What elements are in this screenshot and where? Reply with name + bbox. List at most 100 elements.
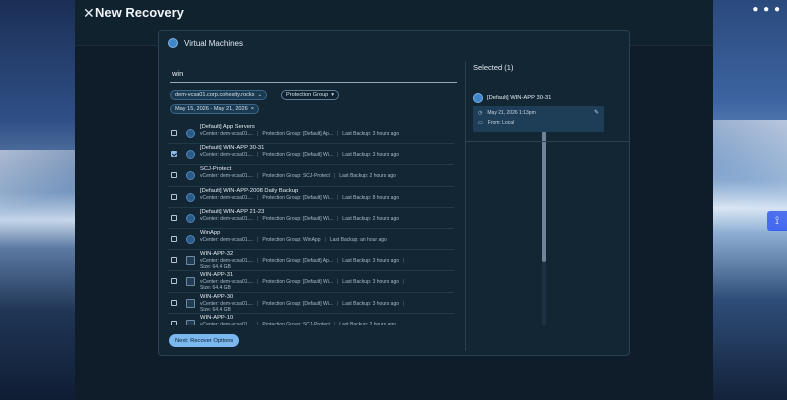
row-vcenter: vCenter: dem-vcsa01.... bbox=[200, 194, 254, 201]
row-last-backup: Last Backup: 3 hours ago bbox=[342, 279, 400, 286]
row-last-backup: Last Backup: 3 hours ago bbox=[342, 258, 400, 265]
vcenter-filter-label: dem-vcsa01.corp.cohesity.rocks bbox=[175, 92, 255, 98]
protection-group-filter[interactable]: Protection Group ▾ bbox=[281, 90, 340, 100]
desktop-wallpaper-left bbox=[0, 0, 75, 400]
vm-group-icon bbox=[186, 213, 195, 223]
row-checkbox[interactable] bbox=[171, 257, 177, 264]
row-checkbox[interactable] bbox=[171, 278, 177, 285]
row-checkbox[interactable] bbox=[171, 235, 177, 242]
row-meta: vCenter: dem-vcsa01.... | Protection Group… bbox=[200, 258, 405, 265]
row-protection-group: Protection Group: WinApp bbox=[262, 236, 321, 243]
virtual-machines-panel: Virtual Machines win dem-vcsa01.corp.coh… bbox=[158, 30, 630, 356]
vm-icon bbox=[473, 93, 483, 103]
column-divider bbox=[465, 61, 466, 351]
page-title: New Recovery bbox=[95, 5, 184, 20]
remove-filter-icon[interactable]: × bbox=[251, 106, 254, 112]
table-row[interactable]: SCJ-Protect vCenter: dem-vcsa01.... | Prote… bbox=[168, 165, 454, 187]
selected-title: Selected (1) bbox=[473, 63, 514, 72]
snapshot-date-line: ◷ May 21, 2026 1:13pm bbox=[478, 110, 536, 116]
row-protection-group: Protection Group: [Default] Ap... bbox=[262, 258, 333, 265]
snapshot-source: From: Local bbox=[487, 120, 515, 126]
row-name: WIN-APP-30 bbox=[200, 293, 234, 300]
row-checkbox[interactable] bbox=[171, 172, 177, 179]
table-row[interactable]: WIN-APP-30 vCenter: dem-vcsa01.... | Protec… bbox=[168, 293, 454, 314]
table-row[interactable]: WIN-APP-10 vCenter: dem-vcsa01.... | Protec… bbox=[168, 314, 454, 325]
more-dots-icon[interactable]: ● ● ● bbox=[752, 4, 781, 15]
vm-box-icon bbox=[186, 298, 195, 308]
row-size: Size: 64.4 GB bbox=[200, 264, 231, 271]
row-name: [Default] App Servers bbox=[200, 124, 255, 130]
vm-box-icon bbox=[186, 256, 195, 266]
row-last-backup: Last Backup: 8 hours ago bbox=[342, 194, 400, 201]
panel-header: Virtual Machines bbox=[168, 38, 243, 48]
row-checkbox[interactable] bbox=[171, 320, 177, 325]
scrollbar-thumb[interactable] bbox=[542, 123, 546, 263]
row-meta: vCenter: dem-vcsa01.... | Protection Group… bbox=[200, 215, 400, 222]
storage-icon: ▭ bbox=[478, 120, 483, 126]
vm-group-icon bbox=[186, 234, 195, 244]
protection-group-filter-label: Protection Group bbox=[286, 92, 329, 98]
selected-divider bbox=[466, 141, 630, 142]
table-row[interactable]: WIN-APP-31 vCenter: dem-vcsa01.... | Protec… bbox=[168, 271, 454, 293]
table-row[interactable]: WIN-APP-32 vCenter: dem-vcsa01.... | Protec… bbox=[168, 250, 454, 272]
row-name: [Default] WIN-APP 30-31 bbox=[200, 145, 265, 152]
row-meta: vCenter: dem-vcsa01.... | Protection Group… bbox=[200, 194, 400, 201]
row-checkbox[interactable] bbox=[171, 299, 177, 306]
table-row[interactable]: [Default] WIN-APP-2008 Daily Backup vCent… bbox=[168, 187, 454, 208]
snapshot-source-line: ▭ From: Local bbox=[478, 120, 514, 126]
row-meta: vCenter: dem-vcsa01.... | Protection Group… bbox=[200, 236, 387, 243]
row-name: WIN-APP-31 bbox=[200, 272, 234, 279]
row-checkbox[interactable] bbox=[171, 214, 177, 221]
row-name: [Default] WIN-APP 21-23 bbox=[200, 208, 265, 215]
date-range-filter-chip[interactable]: May 15, 2026 - May 21, 2026 × bbox=[170, 104, 260, 114]
row-meta: vCenter: dem-vcsa01.... | Protection Group… bbox=[200, 131, 400, 137]
row-last-backup: Last Backup: 3 hours ago bbox=[342, 152, 400, 159]
table-row[interactable]: [Default] WIN-APP 30-31 vCenter: dem-vcsa… bbox=[168, 144, 454, 166]
share-icon[interactable]: ⟟ bbox=[767, 211, 787, 231]
row-meta: vCenter: dem-vcsa01.... | Protection Group… bbox=[200, 279, 405, 286]
vm-group-icon bbox=[186, 192, 195, 202]
row-protection-group: Protection Group: [Default] Wi... bbox=[262, 300, 333, 307]
vm-icon bbox=[168, 38, 178, 48]
row-checkbox[interactable] bbox=[171, 193, 177, 200]
vcenter-filter-chip[interactable]: dem-vcsa01.corp.cohesity.rocks ⌄ bbox=[170, 90, 268, 100]
row-name: SCJ-Protect bbox=[200, 166, 232, 173]
vm-group-icon bbox=[186, 129, 195, 138]
close-icon[interactable]: ✕ bbox=[83, 5, 95, 22]
row-last-backup: Last Backup: 2 hours ago bbox=[339, 173, 396, 180]
table-row[interactable]: [Default] App Servers vCenter: dem-vcsa01… bbox=[168, 123, 454, 145]
row-name: WIN-APP-10 bbox=[200, 314, 234, 321]
recovery-app: ✕ New Recovery Virtual Machines win dem-… bbox=[75, 0, 713, 400]
row-checkbox[interactable] bbox=[171, 130, 177, 136]
clock-icon: ◷ bbox=[478, 110, 483, 116]
chevron-down-icon: ⌄ bbox=[257, 92, 263, 98]
next-recover-options-button[interactable]: Next: Recover Options bbox=[169, 334, 240, 347]
selected-snapshot-card[interactable]: ◷ May 21, 2026 1:13pm ▭ From: Local ✎ bbox=[473, 106, 604, 132]
vm-list: [Default] App Servers vCenter: dem-vcsa01… bbox=[168, 123, 454, 325]
list-scrollbar[interactable] bbox=[542, 123, 546, 325]
row-last-backup: Last Backup: 3 hours ago bbox=[342, 131, 400, 137]
panel-title: Virtual Machines bbox=[184, 38, 243, 48]
row-protection-group: Protection Group: SCJ-Protect bbox=[262, 173, 330, 180]
row-vcenter: vCenter: dem-vcsa01.... bbox=[200, 173, 254, 180]
row-name: WinApp bbox=[200, 229, 221, 236]
vm-box-icon bbox=[186, 319, 195, 325]
search-value: win bbox=[172, 69, 184, 78]
row-meta: vCenter: dem-vcsa01.... | Protection Group… bbox=[200, 322, 396, 325]
date-range-label: May 15, 2026 - May 21, 2026 bbox=[175, 106, 248, 112]
row-size: Size: 64.4 GB bbox=[200, 306, 231, 313]
row-vcenter: vCenter: dem-vcsa01.... bbox=[200, 236, 254, 243]
caret-down-icon: ▾ bbox=[331, 92, 335, 98]
row-protection-group: Protection Group: [Default] Wi... bbox=[262, 215, 333, 222]
row-checkbox[interactable] bbox=[171, 151, 177, 158]
row-protection-group: Protection Group: [Default] Wi... bbox=[262, 152, 333, 159]
row-last-backup: Last Backup: an hour ago bbox=[329, 236, 387, 243]
edit-icon[interactable]: ✎ bbox=[594, 109, 599, 116]
row-last-backup: Last Backup: 2 hours ago bbox=[342, 215, 400, 222]
desktop-wallpaper-right: ● ● ● ⟟ bbox=[713, 0, 787, 400]
row-vcenter: vCenter: dem-vcsa01.... bbox=[200, 152, 254, 159]
table-row[interactable]: [Default] WIN-APP 21-23 vCenter: dem-vcsa… bbox=[168, 208, 454, 229]
table-row[interactable]: WinApp vCenter: dem-vcsa01.... | Protection… bbox=[168, 229, 454, 251]
search-input[interactable]: win bbox=[170, 69, 457, 83]
vm-group-icon bbox=[186, 150, 195, 160]
